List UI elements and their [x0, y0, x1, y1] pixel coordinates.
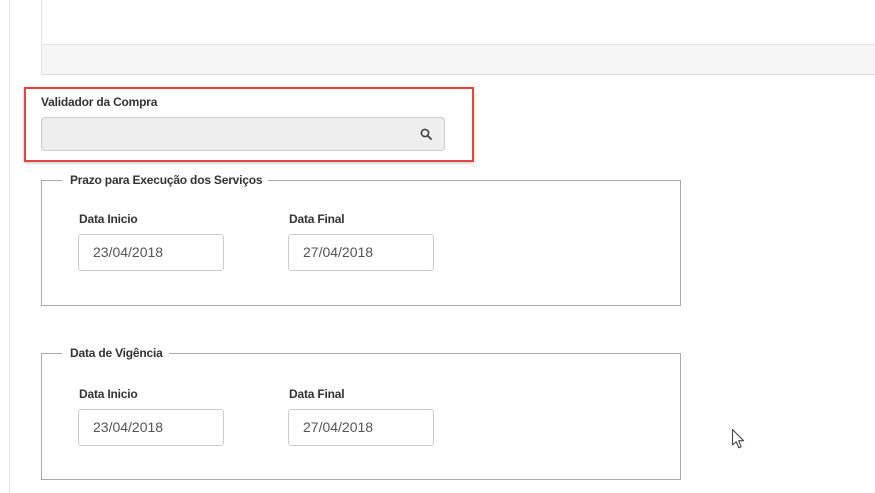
top-panel — [41, 0, 875, 75]
prazo-execucao-fieldset: Prazo para Execução dos Serviços Data In… — [41, 172, 681, 306]
prazo-data-inicio-label: Data Inicio — [79, 212, 138, 226]
vigencia-data-inicio-input[interactable]: 23/04/2018 — [78, 409, 224, 446]
search-icon[interactable] — [420, 128, 432, 140]
prazo-data-inicio-input[interactable]: 23/04/2018 — [78, 234, 224, 271]
prazo-data-final-input[interactable]: 27/04/2018 — [288, 234, 434, 271]
form-page: Validador da Compra Prazo para Execução … — [0, 0, 875, 493]
prazo-execucao-legend: Prazo para Execução dos Serviços — [62, 172, 269, 188]
prazo-data-final-label: Data Final — [289, 212, 345, 226]
vigencia-data-final-input[interactable]: 27/04/2018 — [288, 409, 434, 446]
mouse-pointer-icon — [731, 428, 745, 449]
validador-search-input[interactable] — [41, 117, 445, 151]
left-divider — [9, 0, 10, 493]
vigencia-legend: Data de Vigência — [62, 345, 169, 361]
vigencia-data-final-label: Data Final — [289, 387, 345, 401]
validador-label: Validador da Compra — [41, 95, 158, 109]
vigencia-fieldset: Data de Vigência Data Inicio 23/04/2018 … — [41, 345, 681, 480]
top-panel-footer — [42, 44, 875, 74]
vigencia-data-inicio-label: Data Inicio — [79, 387, 138, 401]
